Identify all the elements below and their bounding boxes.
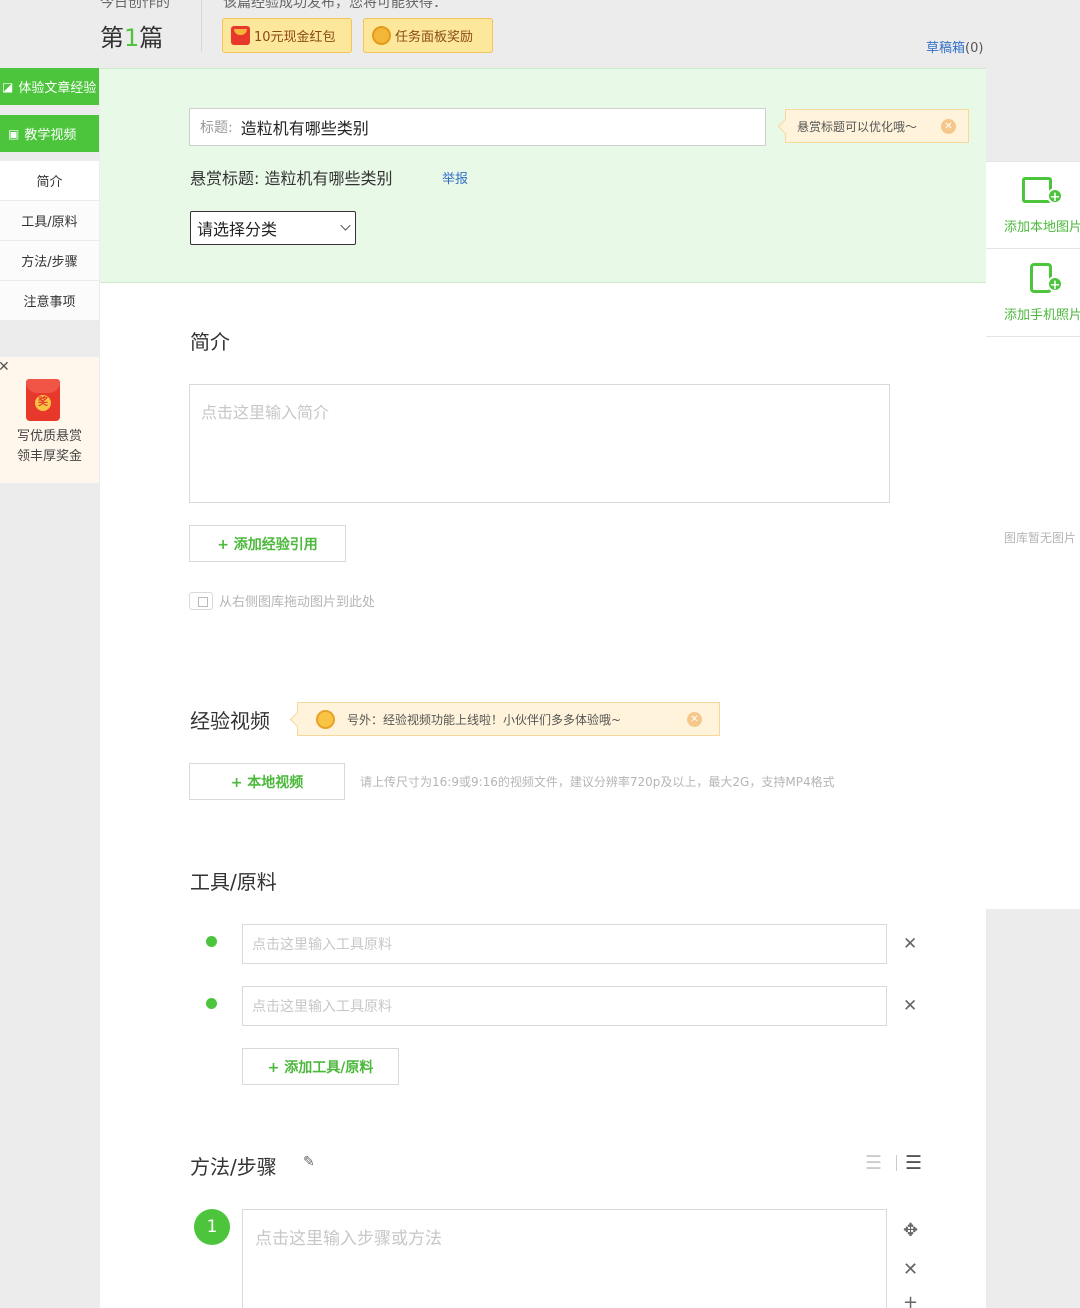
draft-count: (0) <box>965 41 984 56</box>
category-value: 请选择分类 <box>197 220 278 239</box>
close-icon[interactable]: ✕ <box>687 712 702 727</box>
chevron-down-icon <box>340 220 351 231</box>
title-tip-text: 悬赏标题可以优化哦～ <box>797 119 918 134</box>
editor-main: 标题: 造粒机有哪些类别 悬赏标题可以优化哦～ ✕ 悬赏标题: 造粒机有哪些类别 举… <box>100 68 986 1308</box>
empty-library-text: 图库暂无图片 <box>1004 531 1077 545</box>
plus-icon: + <box>1047 188 1063 205</box>
add-tool-button[interactable]: + 添加工具/原料 <box>242 1048 399 1085</box>
title-area: 标题: 造粒机有哪些类别 悬赏标题可以优化哦～ ✕ 悬赏标题: 造粒机有哪些类别 举… <box>100 68 986 283</box>
add-phone-photo-button[interactable]: + 添加手机照片 <box>986 250 1080 337</box>
red-packet-icon <box>231 26 250 45</box>
reward-title: 悬赏标题: 造粒机有哪些类别 <box>190 165 393 189</box>
nav-item-steps[interactable]: 方法/步骤 <box>0 241 99 281</box>
section-nav: 简介 工具/原料 方法/步骤 注意事项 <box>0 161 99 321</box>
plus-icon[interactable]: + <box>903 1292 918 1308</box>
video-upload-hint: 请上传尺寸为16:9或9:16的视频文件，建议分辨率720p及以上，最大2G，支… <box>360 775 835 789</box>
count-suffix: 篇 <box>139 24 164 52</box>
red-envelope-icon: 奖 <box>26 379 60 421</box>
close-icon[interactable]: ✕ <box>0 359 10 375</box>
smile-icon <box>316 709 335 729</box>
close-icon[interactable]: ✕ <box>903 934 917 954</box>
video-tip: 号外：经验视频功能上线啦！小伙伴们多多体验哦~ ✕ <box>297 702 720 736</box>
add-local-image-label: 添加本地图片 <box>1004 220 1080 235</box>
intro-heading: 简介 <box>190 330 230 354</box>
cash-reward-label: 10元现金红包 <box>254 30 336 45</box>
tool-input[interactable]: 点击这里输入工具原料 <box>242 986 887 1026</box>
local-video-button[interactable]: + 本地视频 <box>189 763 345 800</box>
video-mode-label: 教学视频 <box>24 128 77 143</box>
reward-note: 该篇经验成功发布，您将可能获得： <box>223 0 447 11</box>
coin-icon <box>372 26 391 45</box>
tools-heading: 工具/原料 <box>190 870 277 894</box>
experience-mode-button[interactable]: ◪ 体验文章经验 <box>0 68 99 105</box>
move-icon[interactable]: ✥ <box>903 1220 918 1241</box>
promo-badge: 奖 <box>35 395 51 411</box>
nav-item-intro[interactable]: 简介 <box>0 161 99 201</box>
report-link[interactable]: 举报 <box>442 168 468 187</box>
title-label: 标题: <box>200 120 233 136</box>
step-number: 1 <box>194 1209 230 1245</box>
tool-input[interactable]: 点击这里输入工具原料 <box>242 924 887 964</box>
image-drop-zone[interactable]: 从右侧图库拖动图片到此处 <box>189 591 375 610</box>
promo-line-2: 领丰厚奖金 <box>16 449 82 464</box>
close-icon[interactable]: ✕ <box>903 996 917 1016</box>
task-reward-label: 任务面板奖励 <box>395 30 474 45</box>
document-icon: ◪ <box>2 79 14 94</box>
count-prefix: 第 <box>100 24 124 52</box>
promo-line-1: 写优质悬赏 <box>16 429 82 444</box>
toggle-divider <box>896 1155 897 1171</box>
experience-mode-label: 体验文章经验 <box>18 81 97 96</box>
image-library-panel: + 添加本地图片 + 添加手机照片 图库暂无图片 <box>986 161 1080 909</box>
add-phone-photo-label: 添加手机照片 <box>1004 308 1080 323</box>
numbered-list-icon[interactable]: ☰ <box>865 1152 882 1174</box>
bounty-promo[interactable]: ✕ 奖 写优质悬赏领丰厚奖金 <box>0 357 99 483</box>
header-divider <box>201 0 202 52</box>
intro-input[interactable]: 点击这里输入简介 <box>189 384 890 503</box>
title-tip: 悬赏标题可以优化哦～ ✕ <box>785 109 969 143</box>
nav-item-notes[interactable]: 注意事项 <box>0 281 99 321</box>
bullet-icon <box>206 936 217 947</box>
video-heading: 经验视频 <box>190 709 270 733</box>
bullet-list-icon[interactable]: ☰ <box>905 1152 922 1174</box>
plus-icon: + <box>1047 276 1063 293</box>
promo-text: 写优质悬赏领丰厚奖金 <box>0 427 99 467</box>
today-label: 今日创作的 <box>100 0 170 11</box>
cash-reward-chip[interactable]: 10元现金红包 <box>222 18 352 53</box>
draft-box-link[interactable]: 草稿箱(0) <box>926 37 983 56</box>
title-value: 造粒机有哪些类别 <box>240 119 369 138</box>
title-input[interactable]: 标题: 造粒机有哪些类别 <box>189 108 766 146</box>
count-number: 1 <box>124 24 140 52</box>
video-tip-text: 号外：经验视频功能上线啦！小伙伴们多多体验哦~ <box>347 712 622 727</box>
film-icon: ▣ <box>8 126 20 141</box>
reward-title-value: 造粒机有哪些类别 <box>264 169 393 188</box>
nav-item-tools[interactable]: 工具/原料 <box>0 201 99 241</box>
category-select[interactable]: 请选择分类 <box>190 211 356 245</box>
draft-label: 草稿箱 <box>926 41 966 56</box>
drag-hint-text: 从右侧图库拖动图片到此处 <box>219 595 376 610</box>
today-article-count: 第1篇 <box>100 18 163 53</box>
bullet-icon <box>206 998 217 1009</box>
steps-heading: 方法/步骤 <box>190 1155 277 1179</box>
video-mode-button[interactable]: ▣ 教学视频 <box>0 115 99 152</box>
reward-title-label: 悬赏标题: <box>190 169 260 188</box>
task-reward-chip[interactable]: 任务面板奖励 <box>363 18 493 53</box>
add-local-image-button[interactable]: + 添加本地图片 <box>986 162 1080 249</box>
close-icon[interactable]: ✕ <box>941 119 956 134</box>
step-input[interactable]: 点击这里输入步骤或方法 <box>242 1209 887 1308</box>
close-icon[interactable]: ✕ <box>903 1259 918 1280</box>
pencil-icon[interactable]: ✎ <box>303 1154 315 1170</box>
image-icon <box>189 591 213 610</box>
add-reference-button[interactable]: + 添加经验引用 <box>189 525 346 562</box>
